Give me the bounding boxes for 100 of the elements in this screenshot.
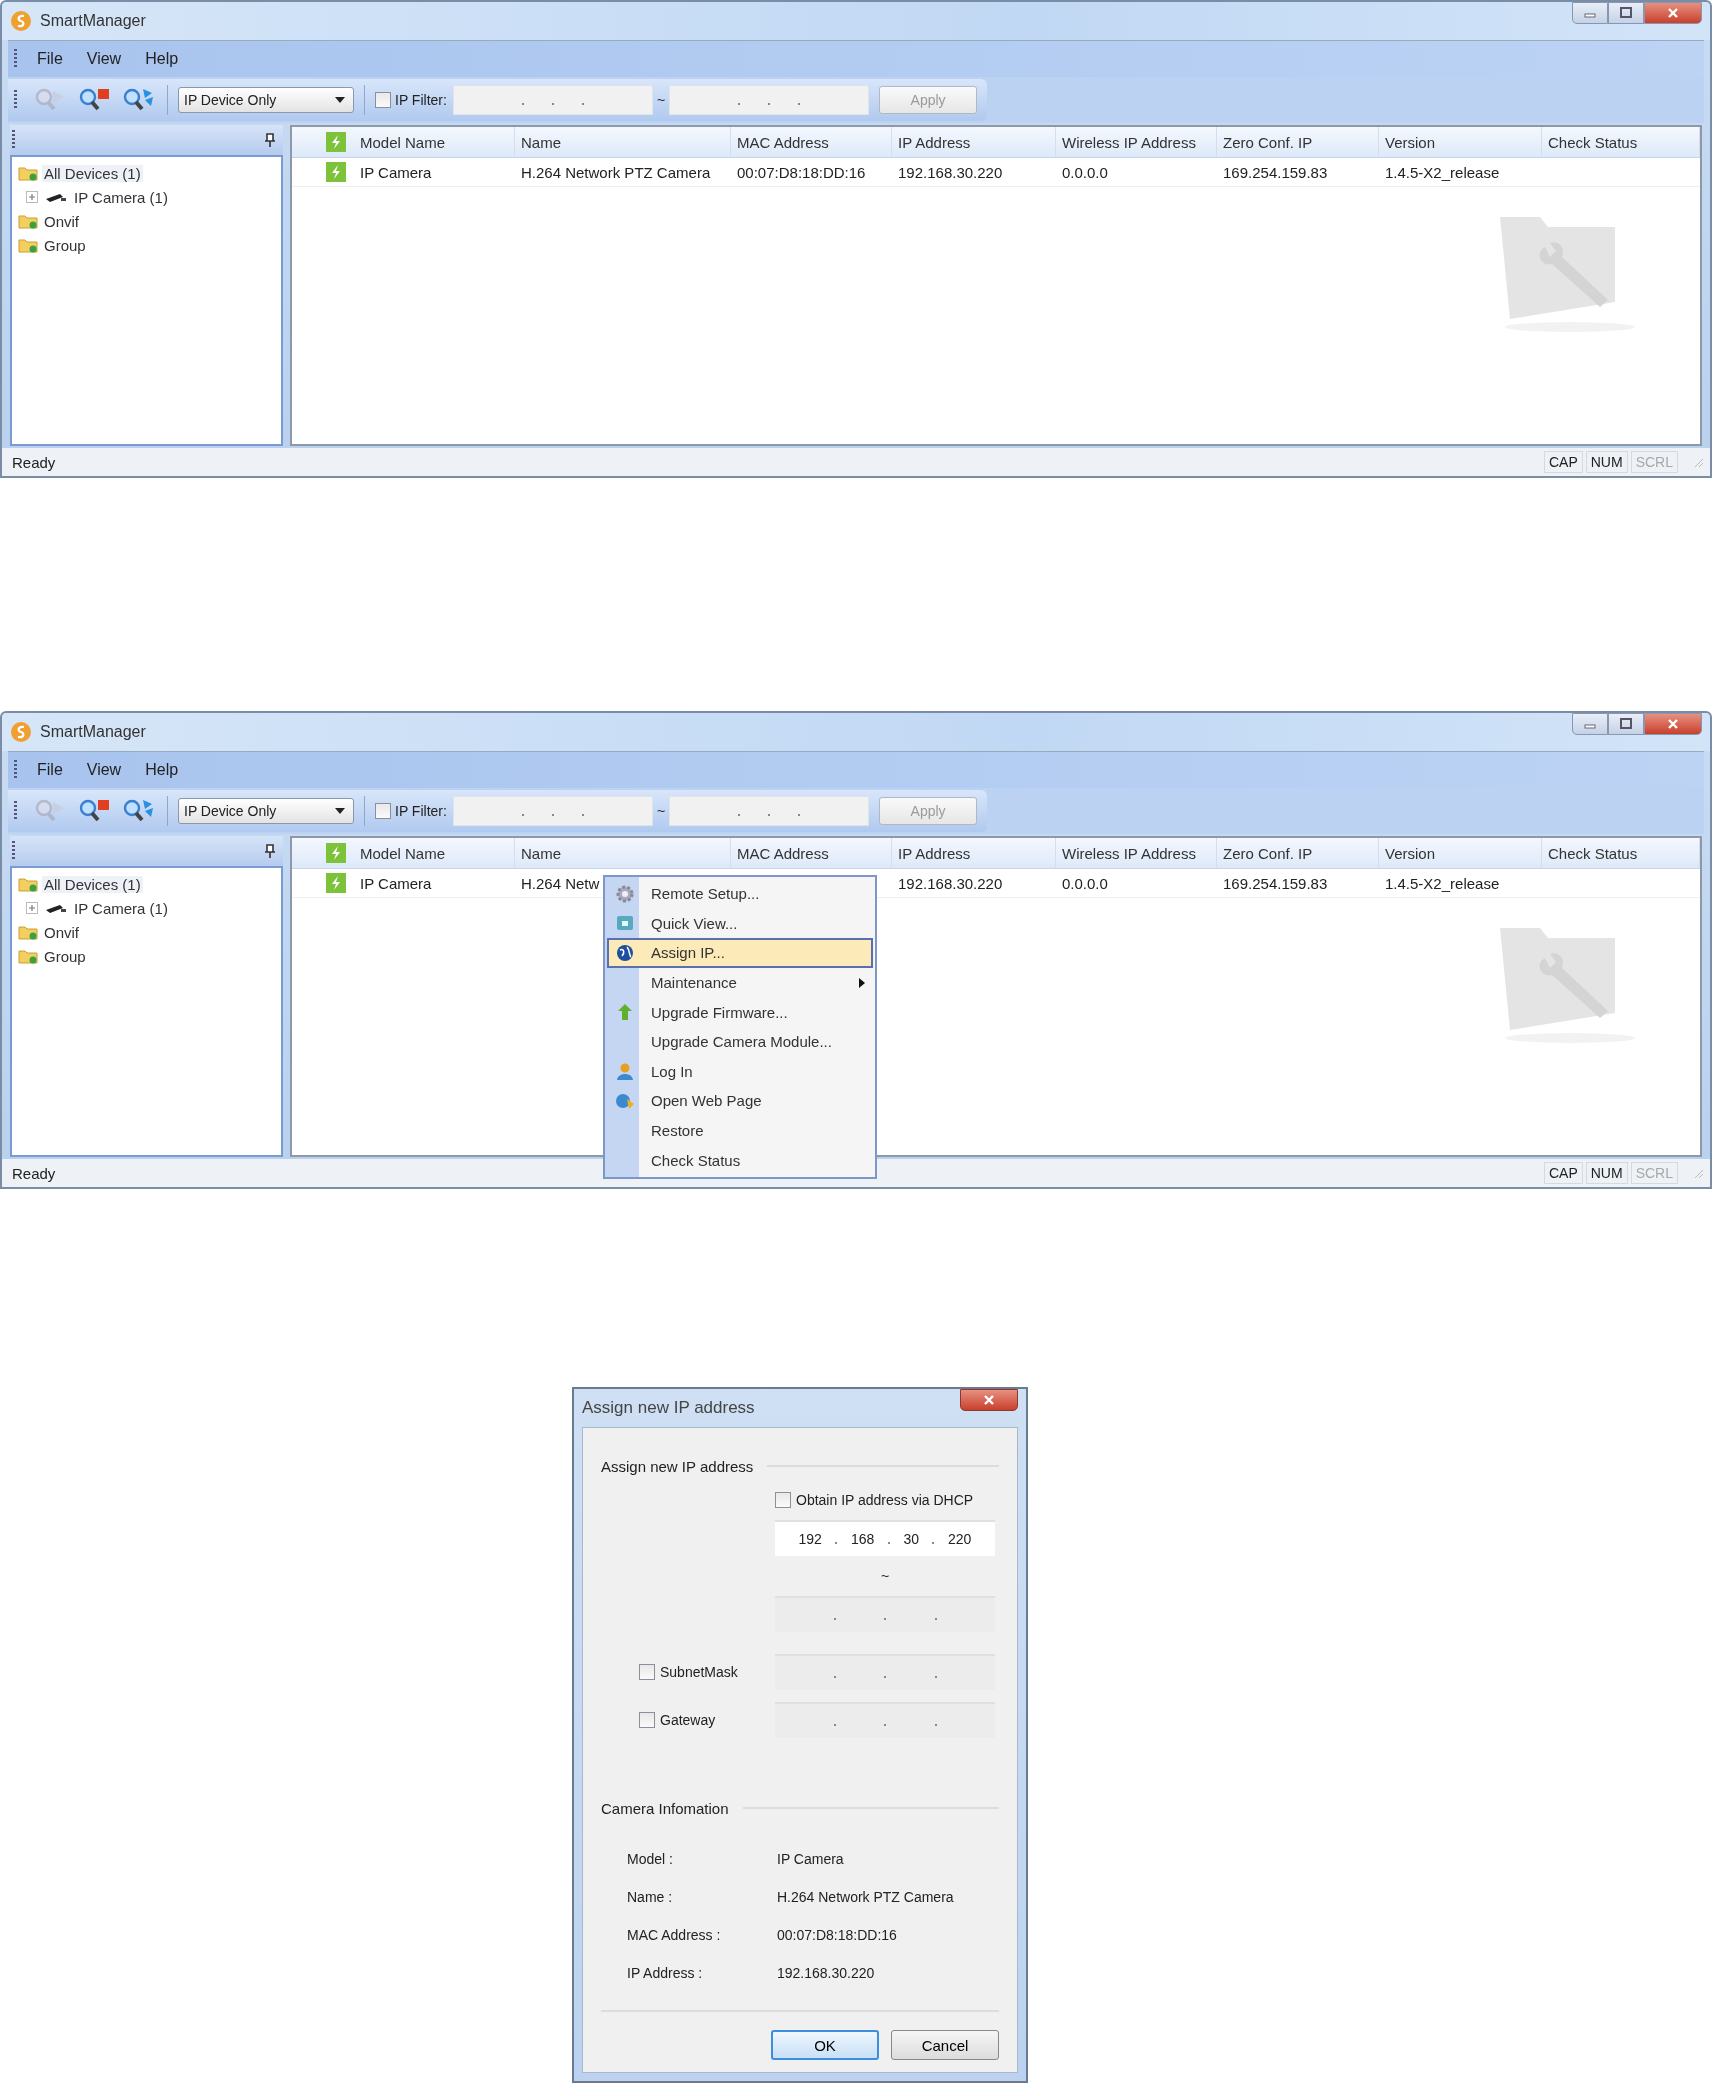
context-menu-item[interactable]: Log In xyxy=(607,1056,873,1087)
context-menu-item[interactable]: Check Status xyxy=(607,1145,873,1175)
folder-icon xyxy=(18,876,38,892)
folder-icon xyxy=(18,165,38,181)
grip-handle[interactable] xyxy=(12,130,15,150)
bolt-icon xyxy=(326,132,346,152)
checkbox[interactable] xyxy=(639,1712,655,1728)
checkbox[interactable] xyxy=(639,1664,655,1680)
grip-handle[interactable] xyxy=(14,801,17,821)
dialog-button[interactable]: Cancel xyxy=(891,2030,999,2060)
checkbox[interactable] xyxy=(375,803,391,819)
column-header[interactable]: MAC Address xyxy=(731,127,892,157)
tree-item[interactable]: Onvif xyxy=(42,212,81,230)
status-indicator: CAP xyxy=(1543,1162,1583,1184)
resize-grip-icon[interactable] xyxy=(1692,456,1704,468)
device-filter-dropdown[interactable]: IP Device Only xyxy=(178,87,354,113)
context-menu-item[interactable]: Open Web Page xyxy=(607,1086,873,1116)
column-header[interactable]: Wireless IP Address xyxy=(1056,127,1217,157)
grip-handle[interactable] xyxy=(14,49,17,69)
column-header[interactable]: IP Address xyxy=(892,838,1056,868)
range-sign: ~ xyxy=(879,1568,891,1584)
folder-icon xyxy=(18,213,38,229)
ip-address-field[interactable]: 192 168 30 220 xyxy=(775,1520,995,1556)
ip-from-field[interactable] xyxy=(452,85,653,115)
menu-item[interactable]: Help xyxy=(133,757,191,783)
tree-item[interactable]: Group xyxy=(42,236,88,254)
column-header[interactable]: Zero Conf. IP xyxy=(1217,838,1379,868)
pin-icon[interactable] xyxy=(265,844,275,858)
ip-address-field[interactable] xyxy=(775,1702,995,1738)
tree-item[interactable]: Group xyxy=(42,947,88,965)
menu-item[interactable]: Help xyxy=(133,46,191,72)
column-header[interactable]: Name xyxy=(515,838,731,868)
window-title: SmartManager xyxy=(40,723,146,741)
tree-item[interactable]: All Devices (1) xyxy=(42,875,143,893)
tree-item[interactable]: IP Camera (1) xyxy=(72,188,170,206)
column-header[interactable]: Check Status xyxy=(1542,127,1700,157)
column-header[interactable]: Zero Conf. IP xyxy=(1217,127,1379,157)
close-button[interactable] xyxy=(960,1389,1018,1411)
context-menu-item[interactable]: Upgrade Camera Module... xyxy=(607,1026,873,1057)
column-header[interactable]: Check Status xyxy=(1542,838,1700,868)
info-label: IP Address : xyxy=(627,1965,704,1981)
folder-icon xyxy=(18,237,38,253)
section-title: Assign new IP address xyxy=(601,1457,754,1475)
grip-handle[interactable] xyxy=(14,760,17,780)
column-header[interactable]: Wireless IP Address xyxy=(1056,838,1217,868)
context-menu-item[interactable]: Maintenance xyxy=(607,967,873,998)
context-menu-item[interactable]: Remote Setup... xyxy=(607,879,873,909)
up-arrow-icon xyxy=(616,1003,634,1022)
table-cell: 192.168.30.220 xyxy=(898,163,1003,181)
table-cell: IP Camera xyxy=(360,163,432,181)
expand-toggle[interactable] xyxy=(26,902,38,914)
close-button[interactable] xyxy=(1644,2,1702,24)
grip-handle[interactable] xyxy=(14,90,17,110)
maximize-button[interactable] xyxy=(1608,2,1644,24)
ip-to-field[interactable] xyxy=(669,796,870,826)
plus-icon xyxy=(27,192,37,202)
bolt-icon xyxy=(326,162,346,182)
grip-handle[interactable] xyxy=(12,841,15,861)
window-icon xyxy=(616,914,634,933)
menu-item[interactable]: File xyxy=(25,757,75,783)
table-cell: 1.4.5-X2_release xyxy=(1385,874,1500,892)
context-menu-item[interactable]: Assign IP... xyxy=(607,938,873,968)
expand-toggle[interactable] xyxy=(26,191,38,203)
column-header[interactable]: Model Name xyxy=(354,838,515,868)
ip-to-field[interactable] xyxy=(669,85,870,115)
menu-item[interactable]: View xyxy=(74,46,134,72)
column-header[interactable]: Name xyxy=(515,127,731,157)
resize-grip-icon[interactable] xyxy=(1692,1167,1704,1179)
column-header[interactable]: MAC Address xyxy=(731,838,892,868)
ip-address-field[interactable] xyxy=(775,1596,995,1632)
checkbox-label: SubnetMask xyxy=(660,1664,738,1680)
status-indicator: SCRL xyxy=(1630,451,1678,473)
checkbox[interactable] xyxy=(375,92,391,108)
menu-item[interactable]: File xyxy=(25,46,75,72)
close-button[interactable] xyxy=(1644,713,1702,735)
checkbox[interactable] xyxy=(775,1492,791,1508)
ip-from-field[interactable] xyxy=(452,796,653,826)
checkbox-label: Gateway xyxy=(660,1712,716,1728)
tree-item[interactable]: Onvif xyxy=(42,923,81,941)
pin-icon[interactable] xyxy=(265,133,275,147)
context-menu-item[interactable]: Quick View... xyxy=(607,908,873,939)
column-header[interactable]: IP Address xyxy=(892,127,1056,157)
tree-item[interactable]: IP Camera (1) xyxy=(72,899,170,917)
ip-filter-label: IP Filter: xyxy=(395,92,447,108)
column-header[interactable]: Version xyxy=(1379,127,1542,157)
maximize-icon xyxy=(1619,7,1633,19)
context-menu-item[interactable]: Restore xyxy=(607,1115,873,1146)
tree-item[interactable]: All Devices (1) xyxy=(42,164,143,182)
column-header[interactable]: Version xyxy=(1379,838,1542,868)
context-menu-item[interactable]: Upgrade Firmware... xyxy=(607,997,873,1027)
ip-address-field[interactable] xyxy=(775,1654,995,1690)
dialog-button[interactable]: OK xyxy=(771,2030,879,2060)
info-value: H.264 Network PTZ Camera xyxy=(777,1889,954,1905)
web-page-icon xyxy=(615,1091,635,1110)
device-filter-dropdown[interactable]: IP Device Only xyxy=(178,798,354,824)
column-header[interactable]: Model Name xyxy=(354,127,515,157)
table-cell: 0.0.0.0 xyxy=(1062,163,1108,181)
maximize-button[interactable] xyxy=(1608,713,1644,735)
info-label: Name : xyxy=(627,1889,674,1905)
menu-item[interactable]: View xyxy=(74,757,134,783)
